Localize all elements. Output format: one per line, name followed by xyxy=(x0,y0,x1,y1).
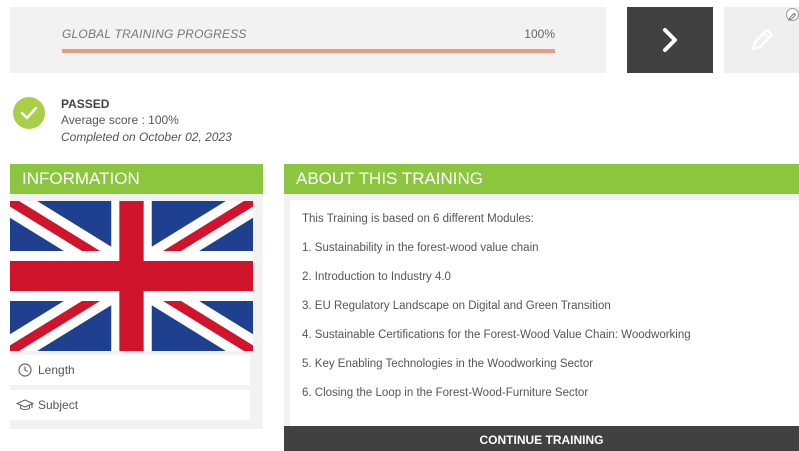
status-title: PASSED xyxy=(61,97,110,111)
continue-training-button[interactable]: CONTINUE TRAINING xyxy=(284,426,799,451)
training-progress-panel: GLOBAL TRAINING PROGRESS 100% xyxy=(10,7,606,73)
about-header: ABOUT THIS TRAINING xyxy=(284,164,799,194)
next-button[interactable] xyxy=(627,7,713,73)
module-item: 4. Sustainable Certifications for the Fo… xyxy=(302,329,691,341)
corner-edit-badge[interactable] xyxy=(786,8,799,21)
information-panel: INFORMATION Length Subject xyxy=(10,164,263,429)
graduation-cap-icon xyxy=(16,396,34,414)
info-row-subject: Subject xyxy=(10,390,250,420)
information-header: INFORMATION xyxy=(10,164,263,194)
module-item: 3. EU Regulatory Landscape on Digital an… xyxy=(302,300,611,312)
pencil-icon xyxy=(751,28,773,51)
module-item: 6. Closing the Loop in the Forest-Wood-F… xyxy=(302,387,589,399)
progress-label: GLOBAL TRAINING PROGRESS xyxy=(62,27,247,41)
passed-check-icon xyxy=(13,97,45,129)
info-subject-label: Subject xyxy=(38,398,79,412)
progress-value: 100% xyxy=(524,27,555,41)
about-intro: This Training is based on 6 different Mo… xyxy=(302,213,534,225)
about-training-panel: ABOUT THIS TRAINING This Training is bas… xyxy=(284,164,799,451)
small-pencil-icon xyxy=(788,12,797,21)
completion-date: Completed on October 02, 2023 xyxy=(61,130,232,144)
about-body: This Training is based on 6 different Mo… xyxy=(290,200,799,426)
progress-fill xyxy=(62,49,555,53)
info-length-label: Length xyxy=(38,363,75,377)
uk-flag-image xyxy=(10,201,253,351)
module-item: 1. Sustainability in the forest-wood val… xyxy=(302,242,539,254)
progress-track xyxy=(62,49,555,53)
clock-icon xyxy=(16,361,34,379)
chevron-right-icon xyxy=(663,28,677,52)
info-row-length: Length xyxy=(10,355,250,385)
module-item: 5. Key Enabling Technologies in the Wood… xyxy=(302,358,594,370)
module-item: 2. Introduction to Industry 4.0 xyxy=(302,271,451,283)
average-score: Average score : 100% xyxy=(61,113,179,127)
